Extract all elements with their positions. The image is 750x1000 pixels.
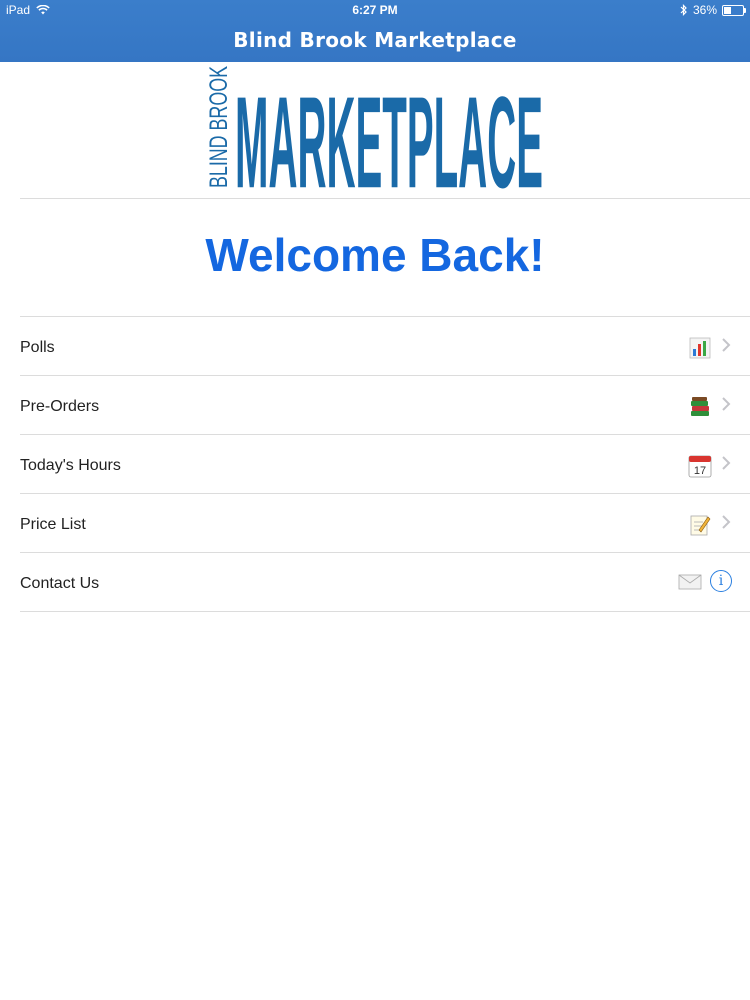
chevron-right-icon (722, 338, 731, 352)
info-icon[interactable]: i (710, 570, 732, 592)
status-time: 6:27 PM (352, 3, 398, 17)
navigation-bar: iPad 6:27 PM 36% Blind Brook Marketplace (0, 0, 750, 62)
status-right: 36% (680, 3, 746, 17)
menu-item-label: Polls (20, 339, 55, 356)
bar-chart-icon (689, 337, 711, 359)
logo-main-text: MARKETPLACE (235, 69, 543, 190)
chevron-right-icon (722, 515, 731, 529)
menu-list: Polls Pre-Orders Today's Hours 17 Price … (0, 316, 750, 612)
calendar-icon: 17 (688, 455, 712, 478)
menu-item-label: Price List (20, 516, 86, 533)
battery-icon (722, 4, 746, 16)
menu-item-polls[interactable]: Polls (20, 316, 750, 375)
marketplace-logo: BLIND BROOK MARKETPLACE (205, 66, 543, 190)
welcome-heading: Welcome Back! (205, 229, 545, 281)
menu-item-label: Contact Us (20, 575, 100, 592)
calendar-day: 17 (694, 465, 706, 477)
notepad-pencil-icon (690, 515, 711, 536)
chevron-right-icon (722, 397, 731, 411)
battery-percent: 36% (692, 3, 717, 17)
menu-item-price-list[interactable]: Price List (20, 493, 750, 552)
envelope-icon (678, 574, 702, 590)
logo-divider (20, 198, 750, 199)
menu-item-contact-us[interactable]: Contact Us i (20, 552, 750, 612)
chevron-right-icon (722, 456, 731, 470)
logo-side-text: BLIND BROOK (205, 66, 233, 188)
menu-item-label: Today's Hours (20, 457, 121, 474)
page-title: Blind Brook Marketplace (233, 28, 517, 52)
bluetooth-icon (680, 4, 687, 16)
status-bar: iPad 6:27 PM 36% (0, 0, 750, 20)
menu-item-label: Pre-Orders (20, 398, 100, 415)
menu-item-todays-hours[interactable]: Today's Hours 17 (20, 434, 750, 493)
menu-item-pre-orders[interactable]: Pre-Orders (20, 375, 750, 434)
books-icon (691, 397, 709, 416)
